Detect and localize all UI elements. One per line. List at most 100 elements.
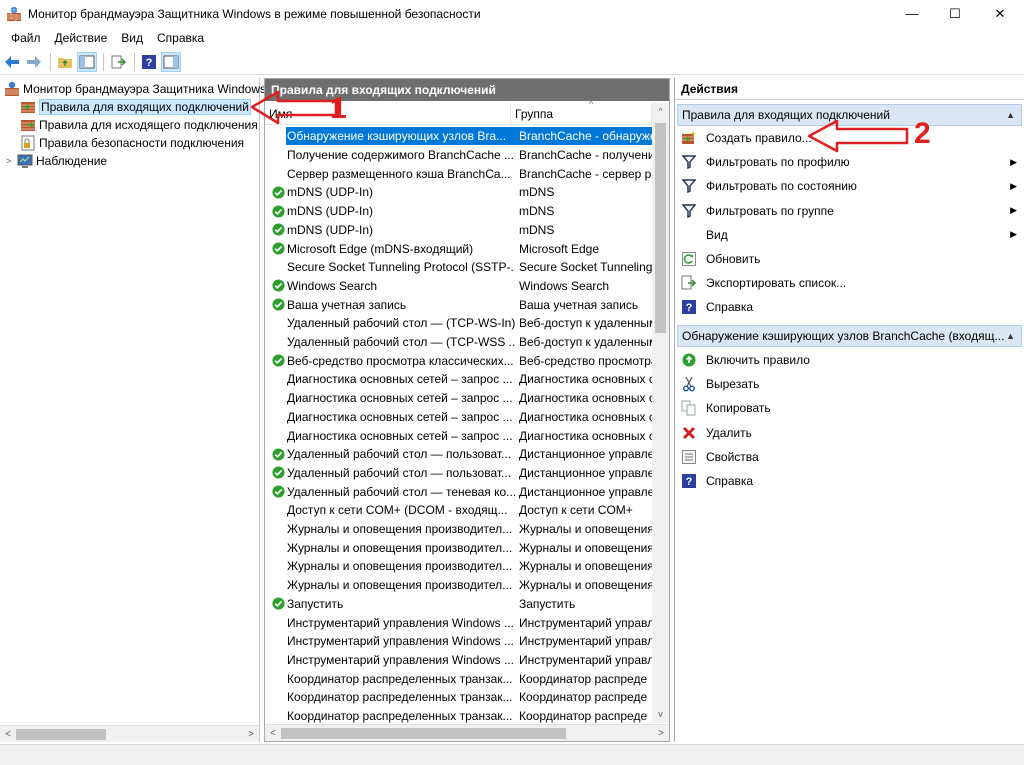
rule-row[interactable]: Удаленный рабочий стол — пользоват... Дис… xyxy=(265,464,652,483)
tree-item-monitoring[interactable]: > Наблюдение xyxy=(6,152,107,170)
menu-action[interactable]: Действие xyxy=(48,31,115,45)
enabled-check-icon xyxy=(270,596,286,612)
rule-row[interactable]: mDNS (UDP-In) mDNS xyxy=(265,202,652,221)
rule-blank-icon xyxy=(270,671,286,687)
rule-row[interactable]: Координатор распределенных транзак... Коо… xyxy=(265,707,652,726)
minimize-button[interactable]: — xyxy=(889,0,935,27)
tree-item-inbound-rules[interactable]: Правила для входящих подключений xyxy=(20,98,251,116)
tree-item-outbound-rules[interactable]: Правила для исходящего подключения xyxy=(20,116,258,134)
rule-name-cell: Удаленный рабочий стол — теневая ко... xyxy=(287,484,515,499)
actions-section-selected-rule[interactable]: Обнаружение кэширующих узлов BranchCache… xyxy=(677,325,1022,347)
rule-row[interactable]: Получение содержимого BranchCache ... Bra… xyxy=(265,146,652,165)
rule-row[interactable]: Координатор распределенных транзак... Коо… xyxy=(265,669,652,688)
tree-horizontal-scrollbar[interactable]: < > xyxy=(0,725,259,742)
action-help[interactable]: ? Справка xyxy=(681,470,1021,492)
scrollbar-thumb[interactable] xyxy=(281,727,566,739)
rule-row[interactable]: Удаленный рабочий стол — теневая ко... Ди… xyxy=(265,482,652,501)
rule-row[interactable]: Журналы и оповещения производител... Журн… xyxy=(265,538,652,557)
rule-row[interactable]: Сервер размещенного кэша BranchCa... Bran… xyxy=(265,164,652,183)
maximize-button[interactable]: ☐ xyxy=(932,0,978,27)
rule-row[interactable]: Координатор распределенных транзак... Коо… xyxy=(265,688,652,707)
rule-row[interactable]: Журналы и оповещения производител... Журн… xyxy=(265,576,652,595)
tree-item-connection-security[interactable]: Правила безопасности подключения xyxy=(20,134,244,152)
help-icon[interactable]: ? xyxy=(139,52,159,72)
actions-pane: Действия Правила для входящих подключени… xyxy=(674,78,1024,742)
close-button[interactable]: ✕ xyxy=(977,0,1023,27)
show-actions-pane-icon[interactable] xyxy=(161,51,181,72)
rule-row[interactable]: Запустить Запустить xyxy=(265,595,652,614)
rules-horizontal-scrollbar[interactable]: < > xyxy=(265,724,669,741)
action-refresh[interactable]: Обновить xyxy=(681,248,1021,270)
rule-row[interactable]: Диагностика основных сетей – запрос ... Д… xyxy=(265,370,652,389)
rule-row[interactable]: Удаленный рабочий стол — (TCP-WSS ... Веб… xyxy=(265,333,652,352)
expand-chevron-icon[interactable]: > xyxy=(6,156,17,166)
rule-row[interactable]: Диагностика основных сетей – запрос ... Д… xyxy=(265,408,652,427)
scroll-left-icon[interactable]: < xyxy=(265,728,281,739)
action-export[interactable]: Экспортировать список... xyxy=(681,272,1021,294)
rule-row[interactable]: Удаленный рабочий стол — (TCP-WS-In) Веб-… xyxy=(265,314,652,333)
column-header-group[interactable]: Группа ^ xyxy=(511,99,652,125)
menu-help[interactable]: Справка xyxy=(150,31,211,45)
scrollbar-thumb[interactable] xyxy=(16,728,106,740)
tree-root[interactable]: Монитор брандмауэра Защитника Windows xyxy=(4,80,266,98)
forward-arrow-icon[interactable] xyxy=(24,52,44,72)
rule-row[interactable]: Ваша учетная запись Ваша учетная запись xyxy=(265,295,652,314)
export-list-icon[interactable] xyxy=(108,52,128,72)
rule-row[interactable]: Инструментарий управления Windows ... Инс… xyxy=(265,613,652,632)
scroll-right-icon[interactable]: > xyxy=(243,729,259,740)
action-properties[interactable]: Свойства xyxy=(681,446,1021,468)
show-tree-icon[interactable] xyxy=(77,51,97,72)
rule-blank-icon xyxy=(270,577,286,593)
annotation-arrow-2 xyxy=(807,119,909,153)
rule-row[interactable]: Удаленный рабочий стол — пользоват... Дис… xyxy=(265,445,652,464)
up-folder-icon[interactable] xyxy=(55,52,75,72)
annotation-number-1: 1 xyxy=(330,92,347,125)
scroll-right-icon[interactable]: > xyxy=(653,728,669,739)
collapse-icon[interactable]: ▲ xyxy=(1006,331,1015,341)
back-arrow-icon[interactable] xyxy=(2,52,22,72)
rule-row[interactable]: Журналы и оповещения производител... Журн… xyxy=(265,520,652,539)
rule-row[interactable]: Инструментарий управления Windows ... Инс… xyxy=(265,651,652,670)
rule-name-cell: Удаленный рабочий стол — (TCP-WSS ... xyxy=(287,335,515,350)
action-cut[interactable]: Вырезать xyxy=(681,373,1021,395)
scroll-down-icon[interactable]: v xyxy=(652,706,669,723)
outbound-rules-icon xyxy=(20,117,36,133)
submenu-arrow-icon: ▶ xyxy=(1010,205,1017,216)
rule-row[interactable]: Windows Search Windows Search xyxy=(265,277,652,296)
rule-row[interactable]: mDNS (UDP-In) mDNS xyxy=(265,183,652,202)
action-label: Свойства xyxy=(706,449,759,464)
menu-file[interactable]: Файл xyxy=(4,31,48,45)
rule-name-cell: Координатор распределенных транзак... xyxy=(287,690,513,705)
rule-group-cell: Координатор распреде xyxy=(519,690,648,705)
action-copy[interactable]: Копировать xyxy=(681,397,1021,419)
action-filter[interactable]: Фильтровать по состоянию ▶ xyxy=(681,175,1021,197)
rule-name-cell: Ваша учетная запись xyxy=(287,297,407,312)
scroll-up-icon[interactable]: ^ xyxy=(652,103,669,120)
rule-row[interactable]: Secure Socket Tunneling Protocol (SSTP-.… xyxy=(265,258,652,277)
menu-view[interactable]: Вид xyxy=(114,31,150,45)
rule-row[interactable]: Инструментарий управления Windows ... Инс… xyxy=(265,632,652,651)
scrollbar-thumb[interactable] xyxy=(655,123,666,333)
rule-blank-icon xyxy=(270,502,286,518)
scroll-left-icon[interactable]: < xyxy=(0,729,16,740)
rule-name-cell: Диагностика основных сетей – запрос ... xyxy=(287,409,513,424)
rule-row[interactable]: Веб-средство просмотра классических... Ве… xyxy=(265,351,652,370)
action-help[interactable]: ? Справка xyxy=(681,296,1021,318)
action-delete[interactable]: Удалить xyxy=(681,422,1021,444)
rule-row[interactable]: Microsoft Edge (mDNS-входящий) Microsoft … xyxy=(265,239,652,258)
action-filter[interactable]: Фильтровать по группе ▶ xyxy=(681,200,1021,222)
rule-row[interactable]: Диагностика основных сетей – запрос ... Д… xyxy=(265,426,652,445)
action-enable[interactable]: Включить правило xyxy=(681,349,1021,371)
rule-row[interactable]: Журналы и оповещения производител... Журн… xyxy=(265,557,652,576)
cut-icon xyxy=(681,376,697,392)
collapse-icon[interactable]: ▲ xyxy=(1006,110,1015,120)
rule-row[interactable]: Доступ к сети COM+ (DCOM - входящ... Дост… xyxy=(265,501,652,520)
enabled-check-icon xyxy=(270,203,286,219)
rule-row[interactable]: Диагностика основных сетей – запрос ... Д… xyxy=(265,389,652,408)
rules-vertical-scrollbar[interactable]: ^ v xyxy=(652,103,669,723)
action-view[interactable]: Вид ▶ xyxy=(681,224,1021,246)
action-label: Создать правило... xyxy=(706,131,812,145)
action-label: Фильтровать по профилю xyxy=(706,155,850,170)
rule-row[interactable]: mDNS (UDP-In) mDNS xyxy=(265,221,652,240)
rule-group-cell: Диагностика основных с xyxy=(519,391,652,406)
